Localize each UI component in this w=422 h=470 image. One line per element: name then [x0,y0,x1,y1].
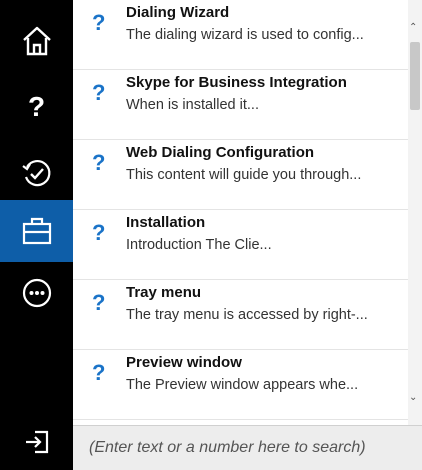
history-button[interactable] [0,142,73,204]
briefcase-icon [22,217,51,245]
scroll-thumb[interactable] [410,42,420,110]
item-title: Web Dialing Configuration [126,144,315,161]
item-title: Dialing Wizard [126,4,230,21]
item-title: Tray menu [126,284,202,301]
sign-in-button[interactable] [0,417,73,467]
scroll-up-icon[interactable]: ⌃ [409,22,417,33]
item-title: Skype for Business Integration [126,74,347,91]
more-icon [22,278,51,308]
item-description: This content will guide you through... [126,167,362,183]
scrollbar[interactable]: ⌃ ⌄ [408,0,422,425]
item-description: The Preview window appears whe... [126,377,359,393]
question-icon: ? [92,10,106,35]
question-icon: ? [92,290,106,315]
history-check-icon [21,160,50,187]
item-description: The tray menu is accessed by right-... [126,307,368,323]
search-input[interactable] [73,426,422,470]
list-item[interactable]: ? Tray menu The tray menu is accessed by… [73,280,408,350]
question-icon: ? [92,220,106,245]
home-button[interactable] [0,10,73,72]
item-description: Introduction The Clie... [126,237,272,253]
search-bar [73,425,422,470]
question-icon: ? [92,80,106,105]
list-item[interactable]: ? Preview window The Preview window appe… [73,350,408,420]
item-title: Installation [126,214,206,231]
item-title: Preview window [126,354,242,371]
list-item[interactable]: ? Web Dialing Configuration This content… [73,140,408,210]
briefcase-button[interactable] [0,200,73,262]
scroll-down-icon[interactable]: ⌄ [409,392,417,403]
question-icon: ? [92,360,106,385]
help-button[interactable]: ? [0,76,73,138]
item-description: The dialing wizard is used to config... [126,27,364,43]
results-list: ? Dialing Wizard The dialing wizard is u… [73,0,422,425]
list-item[interactable]: ? Skype for Business Integration When is… [73,70,408,140]
question-icon: ? [92,150,106,175]
list-item[interactable]: ? Installation Introduction The Clie... [73,210,408,280]
sidebar: ? [0,0,73,470]
list-item[interactable]: ? Dialing Wizard The dialing wizard is u… [73,0,408,70]
sign-in-icon [25,430,48,454]
home-icon [22,26,51,56]
question-icon: ? [27,91,46,122]
item-description: When is installed it... [126,97,259,113]
more-button[interactable] [0,262,73,324]
